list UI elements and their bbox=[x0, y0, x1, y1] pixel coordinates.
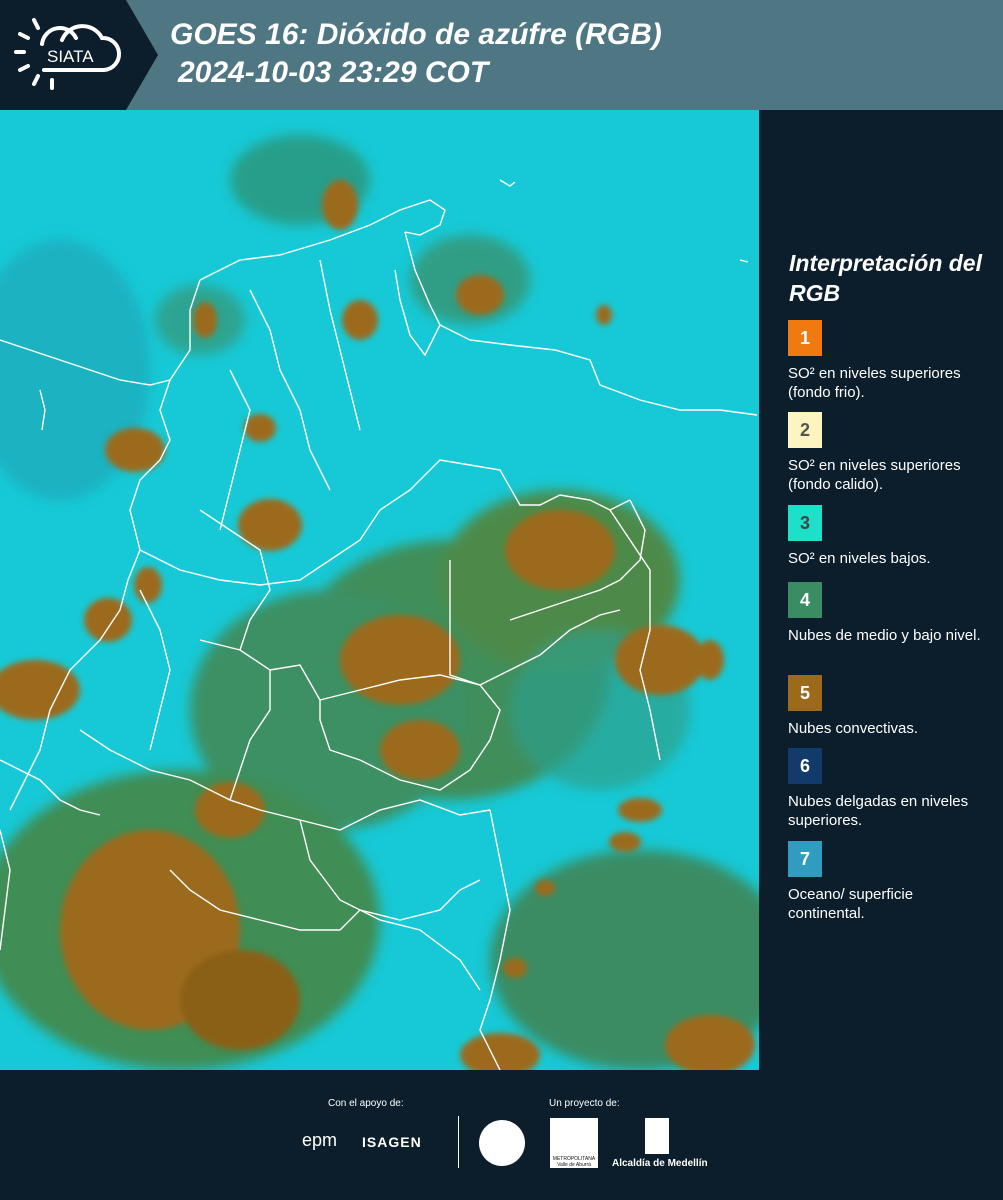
legend-swatch: 2 bbox=[788, 412, 822, 448]
legend-item: 2 SO² en niveles superiores (fondo calido… bbox=[788, 412, 988, 494]
support-label: Con el apoyo de: bbox=[328, 1098, 404, 1109]
title-timestamp: 2024-10-03 23:29 COT bbox=[178, 56, 489, 89]
legend-text: Nubes delgadas en niveles superiores. bbox=[788, 793, 969, 829]
alcaldia-emblem-icon bbox=[645, 1118, 669, 1154]
svg-text:SIATA: SIATA bbox=[47, 47, 94, 66]
area-metropolitana-text: METROPOLITANA Valle de Aburrá bbox=[552, 1156, 596, 1168]
legend-swatch: 5 bbox=[788, 675, 822, 711]
legend-text: Oceano/ superficie continental. bbox=[788, 886, 914, 922]
legend-item: 3 SO² en niveles bajos. bbox=[788, 505, 988, 568]
project-label: Un proyecto de: bbox=[549, 1098, 620, 1109]
isagen-logo: ISAGEN bbox=[362, 1134, 422, 1150]
logo-panel: SIATA bbox=[0, 0, 158, 110]
legend-text: Nubes convectivas. bbox=[788, 720, 919, 737]
legend-text: Nubes de medio y bajo nivel. bbox=[788, 627, 981, 644]
legend-item: 7 Oceano/ superficie continental. bbox=[788, 841, 988, 923]
legend-swatch: 6 bbox=[788, 748, 822, 784]
legend-swatch: 3 bbox=[788, 505, 822, 541]
legend-item: 6 Nubes delgadas en niveles superiores. bbox=[788, 748, 988, 830]
legend-item: 4 Nubes de medio y bajo nivel. bbox=[788, 582, 988, 645]
legend-panel: Interpretación del RGB 1 SO² en niveles s… bbox=[772, 248, 997, 922]
satellite-image bbox=[0, 110, 759, 1070]
legend-text: SO² en niveles superiores (fondo calido)… bbox=[788, 457, 961, 493]
university-seal-icon bbox=[479, 1120, 525, 1166]
legend-swatch: 1 bbox=[788, 320, 822, 356]
epm-logo: epm bbox=[302, 1130, 338, 1150]
header-bar: SIATA GOES 16: Dióxido de azúfre (RGB) 2… bbox=[0, 0, 1003, 110]
legend-swatch: 7 bbox=[788, 841, 822, 877]
footer-divider bbox=[458, 1116, 459, 1168]
legend-item: 5 Nubes convectivas. bbox=[788, 675, 988, 738]
alcaldia-label: Alcaldía de Medellín bbox=[612, 1158, 708, 1169]
footer: Con el apoyo de: Un proyecto de: epm ISA… bbox=[0, 1070, 1003, 1200]
legend-text: SO² en niveles superiores (fondo frio). bbox=[788, 365, 961, 401]
legend-item: 1 SO² en niveles superiores (fondo frio). bbox=[788, 320, 988, 402]
title-product: GOES 16: Dióxido de azúfre (RGB) bbox=[170, 18, 662, 51]
legend-swatch: 4 bbox=[788, 582, 822, 618]
page-title: GOES 16: Dióxido de azúfre (RGB) 2024-10… bbox=[170, 16, 662, 92]
legend-title: Interpretación del RGB bbox=[789, 250, 982, 306]
legend-text: SO² en niveles bajos. bbox=[788, 550, 931, 567]
siata-logo-icon: SIATA bbox=[14, 18, 121, 90]
